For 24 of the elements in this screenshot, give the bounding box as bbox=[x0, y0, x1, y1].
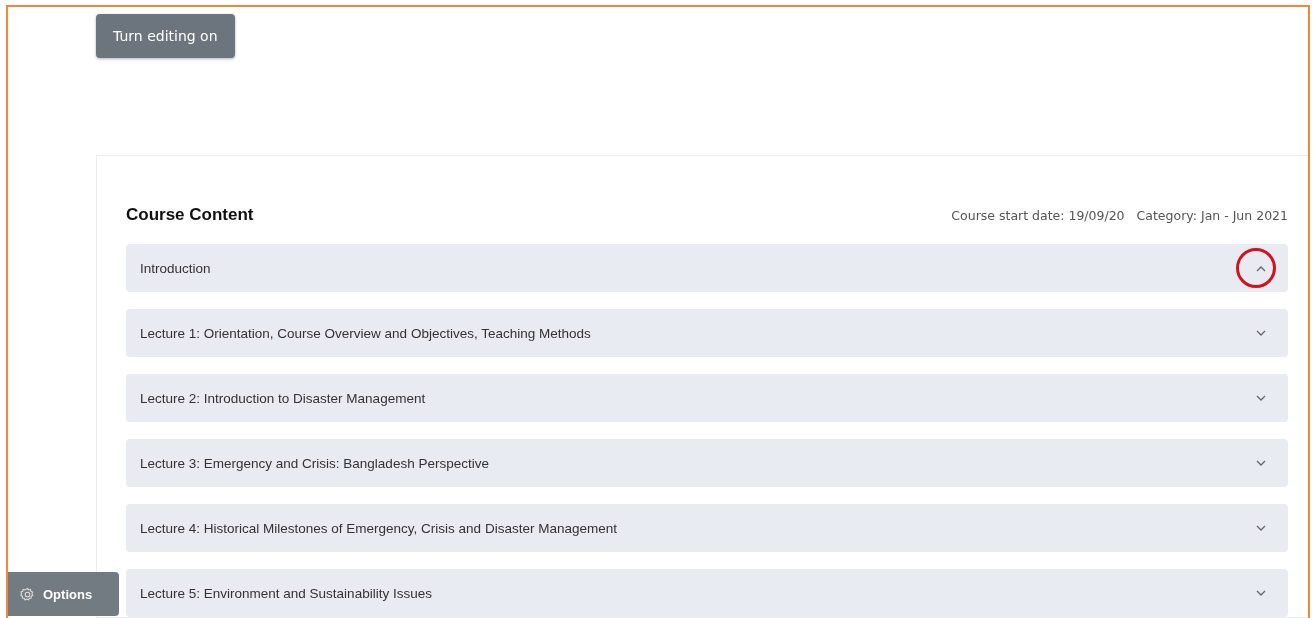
section-header[interactable]: Lecture 3: Emergency and Crisis: Bangladesh Perspective bbox=[126, 439, 1288, 487]
chevron-down-icon[interactable] bbox=[1256, 394, 1266, 402]
section-title: Lecture 2: Introduction to Disaster Management bbox=[140, 390, 426, 406]
turn-editing-on-button[interactable]: Turn editing on bbox=[96, 14, 235, 58]
section-title: Lecture 3: Emergency and Crisis: Bangladesh Perspective bbox=[140, 455, 489, 471]
chevron-down-icon[interactable] bbox=[1256, 329, 1266, 337]
section-header[interactable]: Lecture 4: Historical Milestones of Emergency, Crisis and Disaster Management bbox=[126, 504, 1288, 552]
options-button[interactable]: Options bbox=[8, 572, 119, 616]
section-header[interactable]: Lecture 2: Introduction to Disaster Management bbox=[126, 374, 1288, 422]
chevron-down-icon[interactable] bbox=[1256, 589, 1266, 597]
chevron-down-icon[interactable] bbox=[1256, 459, 1266, 467]
course-content-heading: Course Content bbox=[126, 205, 254, 225]
section-title: Introduction bbox=[140, 260, 211, 276]
section-header[interactable]: Lecture 5: Environment and Sustainability Issues bbox=[126, 569, 1288, 617]
section-title: Lecture 4: Historical Milestones of Emergency, Crisis and Disaster Management bbox=[140, 520, 617, 536]
gear-icon bbox=[20, 586, 35, 602]
chevron-down-icon[interactable] bbox=[1256, 524, 1266, 532]
course-start-date: Course start date: 19/09/20 bbox=[951, 207, 1125, 223]
section-header[interactable]: Lecture 1: Orientation, Course Overview and Objectives, Teaching Methods bbox=[126, 309, 1288, 357]
section-title: Lecture 1: Orientation, Course Overview and Objectives, Teaching Methods bbox=[140, 325, 591, 341]
course-category: Category: Jan - Jun 2021 bbox=[1136, 207, 1288, 223]
section-header[interactable]: Introduction bbox=[126, 244, 1288, 292]
chevron-up-icon[interactable] bbox=[1256, 264, 1266, 272]
section-title: Lecture 5: Environment and Sustainability Issues bbox=[140, 585, 432, 601]
